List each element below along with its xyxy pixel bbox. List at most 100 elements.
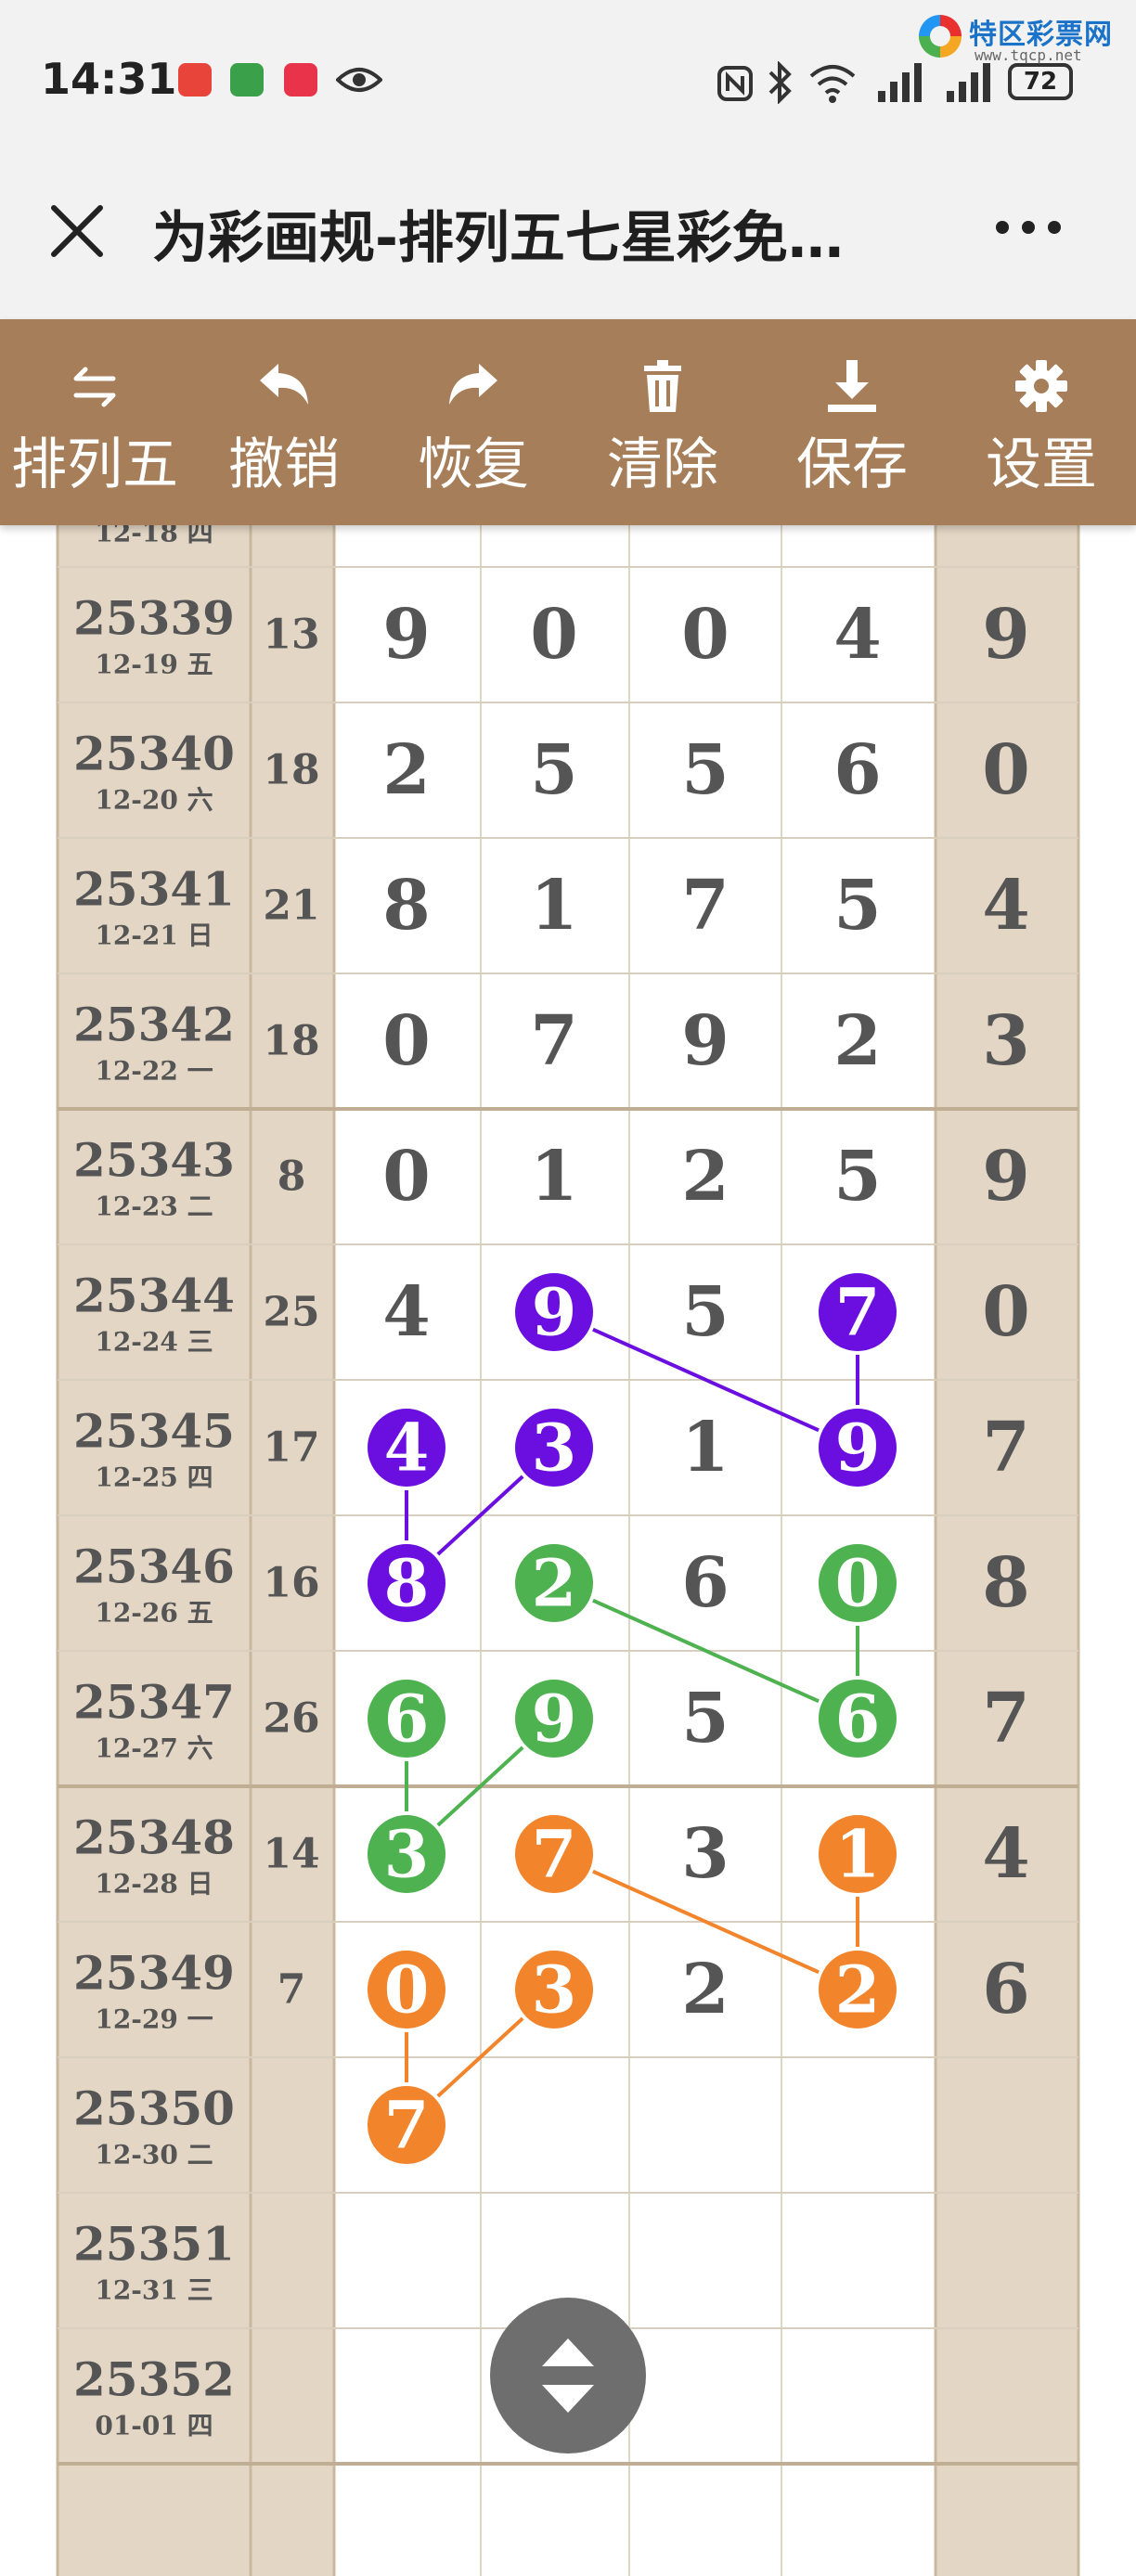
settings-button[interactable]: 设置 bbox=[947, 319, 1136, 525]
issue-date: 12-30 二 bbox=[95, 2140, 213, 2170]
wifi-icon bbox=[809, 65, 856, 103]
draw-digit: 2 bbox=[382, 730, 431, 810]
draw-digit: 0 bbox=[382, 1137, 431, 1217]
draw-digit: 2 bbox=[835, 1951, 881, 2029]
signal-icon bbox=[947, 63, 990, 102]
settings-label: 设置 bbox=[986, 432, 1097, 497]
clear-button[interactable]: 清除 bbox=[568, 319, 757, 525]
digit-sum: 8 bbox=[278, 1153, 306, 1201]
digit-sum: 18 bbox=[263, 1018, 319, 1065]
app-notification-icon bbox=[284, 63, 317, 97]
draw-digit: 0 bbox=[530, 595, 578, 675]
last-digit: 3 bbox=[982, 1001, 1030, 1081]
draw-digit: 7 bbox=[530, 1001, 578, 1081]
nfc-icon bbox=[717, 66, 753, 101]
toolbar: 排列五 撤销 恢复 清除 保存 设置 bbox=[0, 319, 1136, 525]
more-icon[interactable] bbox=[991, 213, 1065, 241]
lottery-type-label: 排列五 bbox=[11, 432, 178, 497]
draw-digit: 3 bbox=[681, 1814, 729, 1894]
issue-date: 01-01 四 bbox=[95, 2411, 213, 2441]
issue-date: 12-29 一 bbox=[95, 2004, 213, 2035]
draw-digit: 5 bbox=[833, 866, 882, 946]
bluetooth-icon bbox=[768, 61, 792, 104]
issue-number: 25345 bbox=[73, 1404, 235, 1459]
undo-label: 撤销 bbox=[228, 432, 340, 497]
draw-digit: 0 bbox=[681, 595, 729, 675]
last-digit: 9 bbox=[982, 595, 1030, 675]
issue-number: 25352 bbox=[73, 2352, 235, 2407]
last-digit: 8 bbox=[982, 1543, 1030, 1623]
draw-digit: 0 bbox=[384, 1951, 430, 2029]
issue-date: 12-20 六 bbox=[95, 785, 213, 816]
digit-sum: 17 bbox=[263, 1424, 319, 1472]
gear-icon bbox=[1015, 360, 1067, 412]
scroll-arrows-icon bbox=[542, 2338, 594, 2413]
digit-sum: 25 bbox=[263, 1289, 319, 1336]
issue-number: 25349 bbox=[73, 1946, 235, 2001]
issue-number: 25350 bbox=[73, 2081, 235, 2136]
issue-date: 12-31 三 bbox=[95, 2275, 213, 2306]
draw-digit: 3 bbox=[384, 1816, 430, 1893]
battery-indicator: 72 bbox=[1008, 63, 1073, 100]
draw-digit: 6 bbox=[833, 730, 882, 810]
scroll-toggle-button[interactable] bbox=[490, 2298, 646, 2454]
issue-date: 12-26 五 bbox=[95, 1598, 213, 1629]
last-digit: 7 bbox=[982, 1408, 1030, 1488]
draw-digit: 2 bbox=[681, 1137, 729, 1217]
issue-date: 12-27 六 bbox=[95, 1733, 213, 1764]
issue-number: 25344 bbox=[73, 1269, 235, 1323]
draw-digit: 3 bbox=[532, 1951, 577, 2029]
issue-number: 25343 bbox=[73, 1133, 235, 1188]
draw-digit: 2 bbox=[532, 1545, 577, 1622]
draw-digit: 1 bbox=[530, 866, 578, 946]
save-button[interactable]: 保存 bbox=[757, 319, 947, 525]
draw-digit: 8 bbox=[382, 866, 431, 946]
redo-button[interactable]: 恢复 bbox=[379, 319, 568, 525]
issue-number: 25351 bbox=[73, 2217, 235, 2272]
close-icon[interactable] bbox=[46, 200, 108, 262]
draw-digit: 0 bbox=[382, 1001, 431, 1081]
lottery-type-button[interactable]: 排列五 bbox=[0, 319, 189, 525]
issue-date: 12-22 一 bbox=[95, 1056, 213, 1087]
redo-label: 恢复 bbox=[418, 432, 529, 497]
draw-digit: 1 bbox=[530, 1137, 578, 1217]
draw-digit: 1 bbox=[835, 1816, 881, 1893]
digit-sum: 26 bbox=[263, 1695, 319, 1743]
issue-date: 12-21 日 bbox=[95, 921, 213, 951]
digit-sum: 16 bbox=[263, 1560, 319, 1607]
draw-digit: 6 bbox=[384, 1681, 430, 1758]
draw-digit: 1 bbox=[681, 1408, 729, 1488]
issue-date: 12-24 三 bbox=[95, 1327, 213, 1358]
last-digit: 7 bbox=[982, 1679, 1030, 1758]
undo-button[interactable]: 撤销 bbox=[189, 319, 379, 525]
last-digit: 9 bbox=[982, 1137, 1030, 1217]
issue-number: 25341 bbox=[73, 862, 235, 917]
draw-digit: 9 bbox=[532, 1274, 577, 1351]
draw-digit: 5 bbox=[681, 1679, 729, 1758]
issue-date: 12-25 四 bbox=[95, 1462, 213, 1493]
draw-digit: 3 bbox=[532, 1410, 577, 1487]
status-bar: 14:31 72 特区彩票网 www.tqcp.net bbox=[0, 0, 1136, 167]
eye-icon bbox=[336, 68, 382, 92]
issue-number: 25342 bbox=[73, 998, 235, 1052]
watermark-logo: 特区彩票网 www.tqcp.net bbox=[919, 9, 1123, 65]
draw-digit: 9 bbox=[382, 595, 431, 675]
trash-icon bbox=[644, 360, 681, 412]
issue-number: 25340 bbox=[73, 727, 235, 781]
draw-digit: 2 bbox=[833, 1001, 882, 1081]
draw-digit: 7 bbox=[384, 2087, 430, 2164]
draw-digit: 4 bbox=[382, 1272, 431, 1352]
save-label: 保存 bbox=[796, 432, 908, 497]
draw-digit: 7 bbox=[681, 866, 729, 946]
draw-digit: 5 bbox=[681, 1272, 729, 1352]
app-notification-icon bbox=[230, 63, 264, 97]
issue-number: 25348 bbox=[73, 1810, 235, 1865]
draw-digit: 6 bbox=[835, 1681, 881, 1758]
download-icon bbox=[828, 360, 876, 412]
watermark-url: www.tqcp.net bbox=[975, 46, 1082, 64]
issue-date: 12-23 二 bbox=[95, 1191, 213, 1222]
draw-digit: 5 bbox=[833, 1137, 882, 1217]
redo-icon bbox=[449, 364, 497, 405]
digit-sum: 18 bbox=[263, 747, 319, 794]
last-digit: 4 bbox=[982, 866, 1030, 946]
